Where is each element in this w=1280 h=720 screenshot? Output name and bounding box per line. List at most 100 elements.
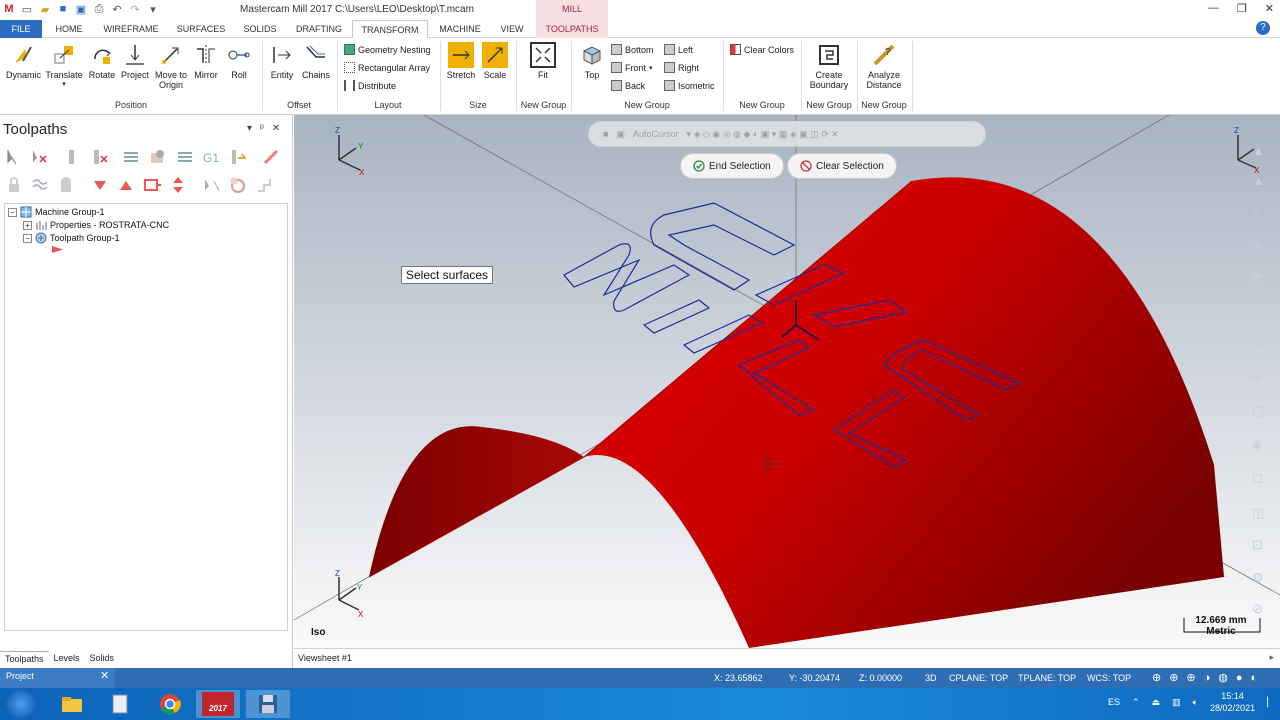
post-g1-icon[interactable]: G1 (202, 148, 220, 166)
fit-button[interactable]: Fit (528, 42, 558, 80)
move-insert-down-icon[interactable] (91, 176, 109, 194)
rectangular-array-button[interactable]: Rectangular Array (344, 62, 430, 73)
mask-annotation-icon[interactable]: ✎ (1252, 337, 1263, 353)
rotate-button[interactable]: Rotate (86, 42, 118, 80)
translate-button[interactable]: Translate ▾ (44, 42, 84, 90)
notepad-icon[interactable] (98, 690, 142, 718)
toggle-display-icon[interactable] (31, 176, 49, 194)
tab-solids[interactable]: SOLIDS (236, 20, 284, 38)
restore-icon[interactable]: ❐ (1237, 2, 1247, 15)
select-all-operations-icon[interactable] (5, 148, 23, 166)
save-icon[interactable]: ■ (56, 2, 70, 16)
save-as-icon[interactable]: ▣ (74, 2, 88, 16)
bottom-view-button[interactable]: Bottom (611, 44, 654, 55)
isometric-view-button[interactable]: Isometric (664, 80, 715, 91)
analyze-distance-button[interactable]: ? Analyze Distance (860, 42, 908, 90)
tab-solids-manager[interactable]: Solids (85, 651, 120, 668)
entity-button[interactable]: Entity (266, 42, 298, 80)
tab-transform[interactable]: TRANSFORM (352, 20, 428, 39)
dynamic-button[interactable]: Dynamic (6, 42, 41, 80)
mastercam-logo-icon[interactable]: M (2, 2, 16, 16)
mirror-button[interactable]: Mirror (192, 42, 220, 80)
print-icon[interactable]: ⎙ (92, 2, 106, 16)
end-selection-button[interactable]: End Selection (680, 153, 784, 179)
move-insert-up-icon[interactable] (117, 176, 135, 194)
tree-node-toolpath-group[interactable]: − Toolpath Group-1 (23, 232, 120, 244)
new-file-icon[interactable]: ▭ (20, 2, 34, 16)
display-toolpath-icon[interactable] (229, 176, 247, 194)
lock-icon[interactable] (5, 176, 23, 194)
mask-feature-icon[interactable]: ◈ (1252, 437, 1262, 453)
create-boundary-button[interactable]: Create Boundary (804, 42, 854, 90)
tab-machine[interactable]: MACHINE (432, 20, 488, 38)
display-mode-icons[interactable]: ⊕⊕⊕◑◍●◐ (1152, 671, 1265, 684)
geometry-nesting-button[interactable]: Geometry Nesting (344, 44, 431, 55)
graphics-viewport[interactable]: Z X Y Z X Y Z X ■ ▣ AutoCursor ▾ ◈ ◇ ◉ ◎… (294, 115, 1280, 648)
mask-face-icon[interactable]: ◫ (1252, 505, 1264, 521)
scroll-insert-icon[interactable] (169, 176, 187, 194)
undo-icon[interactable]: ↶ (110, 2, 124, 16)
panel-close-icon[interactable]: ✕ (272, 123, 280, 134)
mask-settings-icon[interactable]: ⚙ (1252, 570, 1264, 586)
back-view-button[interactable]: Back (611, 80, 645, 91)
mask-spline-icon[interactable]: ∿ (1252, 237, 1263, 253)
stretch-button[interactable]: Stretch (444, 42, 478, 80)
regenerate-dirty-icon[interactable] (90, 148, 108, 166)
autocursor-bar[interactable]: ■ ▣ AutoCursor ▾ ◈ ◇ ◉ ◎ ◍ ◆ ◐ ▣ ▾ ▦ ◈ ▣… (588, 121, 986, 147)
high-feed-icon[interactable] (228, 148, 247, 166)
left-view-button[interactable]: Left (664, 44, 693, 55)
verify-icon[interactable] (148, 148, 166, 166)
file-explorer-icon[interactable] (50, 690, 94, 718)
tab-wireframe[interactable]: WIREFRAME (96, 20, 166, 38)
close-icon[interactable]: ✕ (1265, 2, 1274, 15)
tab-drafting[interactable]: DRAFTING (290, 20, 348, 38)
tree-node-properties[interactable]: + Properties - ROSTRATA-CNC (23, 219, 169, 231)
mask-solid-icon[interactable]: ▢ (1252, 403, 1264, 419)
viewsheet-scroll-icon[interactable]: ▸ (1269, 652, 1274, 663)
project-button[interactable]: Project (118, 42, 152, 80)
tray-chevron-icon[interactable]: ⌃ (1132, 697, 1140, 708)
tab-toolpaths-manager[interactable]: Toolpaths (0, 651, 49, 668)
tab-file[interactable]: FILE (0, 20, 42, 38)
top-view-button[interactable]: Top (577, 42, 607, 80)
select-invalid-operations-icon[interactable] (30, 148, 48, 166)
delete-operations-icon[interactable] (262, 148, 280, 166)
viewsheet-tab[interactable]: Viewsheet #1 (298, 653, 352, 663)
mask-dimension-icon[interactable]: ⊢ (1252, 303, 1263, 319)
toggle-post-icon[interactable] (57, 176, 75, 194)
translate-dropdown-icon[interactable]: ▾ (44, 80, 84, 90)
project-close-icon[interactable]: ✕ (100, 669, 109, 682)
roll-button[interactable]: Roll (224, 42, 254, 80)
toolpath-help-icon[interactable] (255, 176, 273, 194)
tab-levels-manager[interactable]: Levels (49, 651, 85, 668)
mask-mesh-icon[interactable]: ✎ (1252, 371, 1263, 387)
mask-circle-icon[interactable]: ○ (1252, 205, 1260, 220)
windows-start-icon[interactable] (6, 690, 36, 718)
tab-toolpaths[interactable]: TOOLPATHS (536, 20, 608, 38)
tplane-selector[interactable]: TPLANE: TOP (1018, 673, 1076, 683)
simulate-icon[interactable] (176, 148, 194, 166)
tab-view[interactable]: VIEW (492, 20, 532, 38)
help-icon[interactable]: ? (1256, 21, 1270, 35)
tray-usb-icon[interactable]: ⏏ (1152, 697, 1161, 708)
mask-surface-icon[interactable]: ◩ (1252, 270, 1264, 286)
open-file-icon[interactable]: ▰ (38, 2, 52, 16)
mask-arrow-icon[interactable]: ▲ (1252, 143, 1265, 158)
autocursor-icon[interactable]: ▣ (616, 129, 625, 140)
lock-icon[interactable]: ■ (603, 129, 608, 139)
clock[interactable]: 15:14 28/02/2021 (1210, 690, 1255, 714)
mask-point-icon[interactable]: ⊡ (1252, 537, 1263, 553)
collapse-icon[interactable]: − (23, 233, 32, 243)
mask-body-icon[interactable]: ◻ (1252, 470, 1263, 486)
mastercam-taskbar-icon[interactable]: 2017 (196, 690, 240, 718)
front-view-button[interactable]: Front ▾ (611, 62, 653, 73)
clear-selection-button[interactable]: Clear Selection (787, 153, 897, 179)
network-icon[interactable]: ▥ (1172, 697, 1181, 708)
mask-clear-icon[interactable]: ⊘ (1252, 601, 1263, 617)
mode-3d-toggle[interactable]: 3D (925, 673, 937, 683)
insert-after-icon[interactable] (143, 176, 161, 194)
show-desktop-icon[interactable]: ▏ (1267, 697, 1274, 708)
backplot-icon[interactable] (122, 148, 140, 166)
distribute-button[interactable]: Distribute (344, 80, 396, 91)
right-view-button[interactable]: Right (664, 62, 699, 73)
